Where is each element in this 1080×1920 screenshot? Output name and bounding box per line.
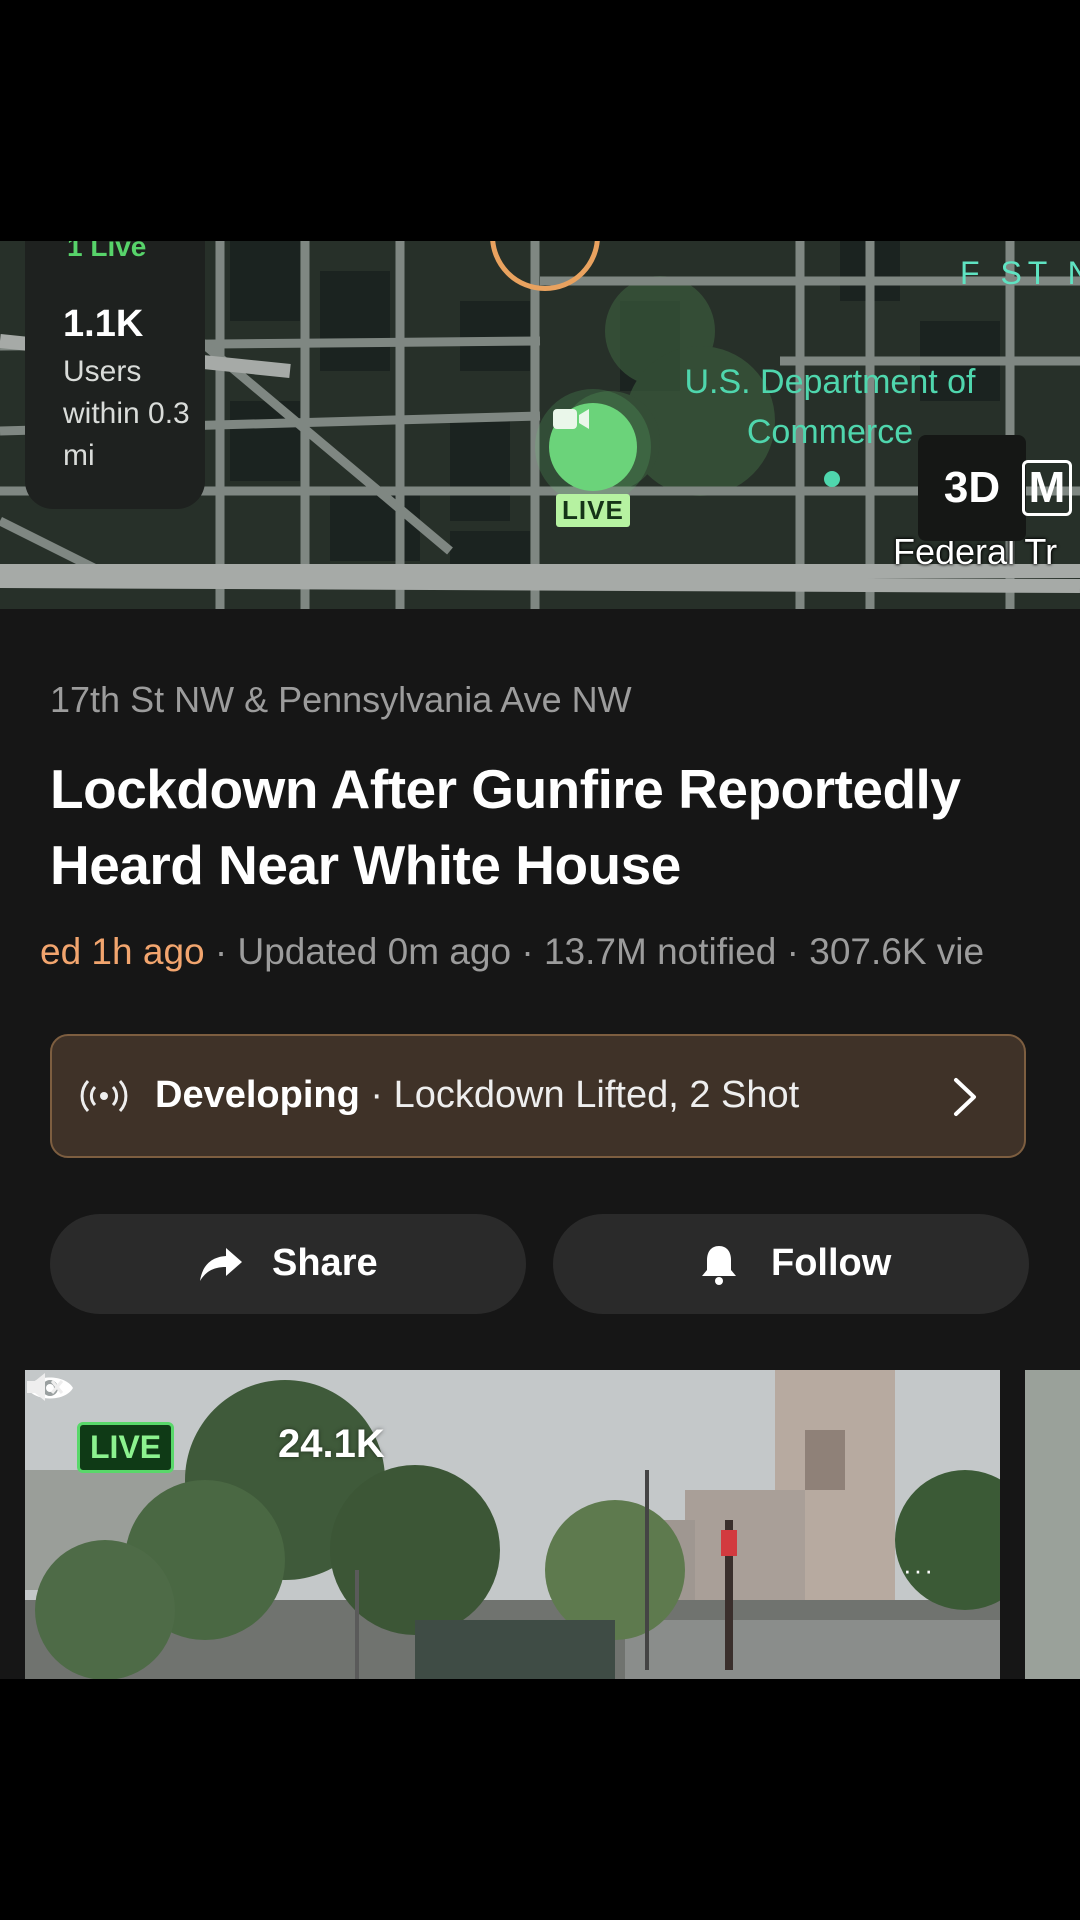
video-view-count: 24.1K	[278, 1422, 385, 1466]
video-live-badge: LIVE	[77, 1422, 175, 1473]
share-icon	[200, 1248, 242, 1281]
users-count: 1.1K	[63, 303, 144, 345]
live-video-card[interactable]: LIVE 24.1K ···	[25, 1370, 1000, 1679]
developing-banner[interactable]: Developing · Lockdown Lifted, 2 Shot	[50, 1034, 1026, 1158]
map-3d-toggle[interactable]: 3D	[918, 435, 1026, 541]
place-dot	[824, 471, 840, 487]
story-address: 17th St NW & Pennsylvania Ave NW	[50, 679, 632, 720]
more-options-button[interactable]: ···	[903, 1555, 935, 1586]
next-video-card[interactable]	[1025, 1370, 1080, 1679]
live-video-pin[interactable]	[549, 403, 637, 491]
story-headline: Lockdown After Gunfire Reportedly Heard …	[50, 758, 961, 896]
app-screen: 1 Live 1.1K Users within 0.3 mi LIVE U.S…	[0, 0, 1080, 1920]
users-label: Users within 0.3 mi	[63, 355, 190, 472]
developing-detail: · Lockdown Lifted, 2 Shot	[359, 1074, 800, 1116]
meta-rest: · Updated 0m ago · 13.7M notified · 307.…	[204, 931, 985, 972]
bell-icon	[702, 1246, 736, 1285]
follow-label: Follow	[771, 1242, 892, 1284]
story-panel: 17th St NW & Pennsylvania Ave NW Lockdow…	[0, 609, 1080, 1679]
nearby-users-card: 1 Live 1.1K Users within 0.3 mi	[25, 241, 205, 509]
broadcast-icon	[80, 1079, 128, 1113]
video-frame	[25, 1370, 1000, 1679]
share-button[interactable]: Share	[50, 1214, 526, 1314]
developing-text: Developing · Lockdown Lifted, 2 Shot	[155, 1074, 799, 1117]
pin-live-badge: LIVE	[556, 494, 630, 527]
developing-label: Developing	[155, 1074, 360, 1116]
map-mode-button[interactable]: M	[1014, 435, 1080, 541]
map-mode-label: M	[1021, 460, 1073, 516]
meta-started: ed 1h ago	[40, 931, 205, 972]
share-label: Share	[272, 1242, 378, 1284]
story-meta: ed 1h ago · Updated 0m ago · 13.7M notif…	[40, 931, 1055, 973]
mute-icon[interactable]	[25, 1370, 67, 1404]
live-count: 1 Live	[67, 241, 147, 262]
chevron-right-icon	[954, 1078, 976, 1116]
street-label-top: F ST N	[960, 255, 1080, 291]
incident-map[interactable]: 1 Live 1.1K Users within 0.3 mi LIVE U.S…	[0, 241, 1080, 609]
video-camera-icon	[553, 409, 589, 429]
follow-button[interactable]: Follow	[553, 1214, 1029, 1314]
